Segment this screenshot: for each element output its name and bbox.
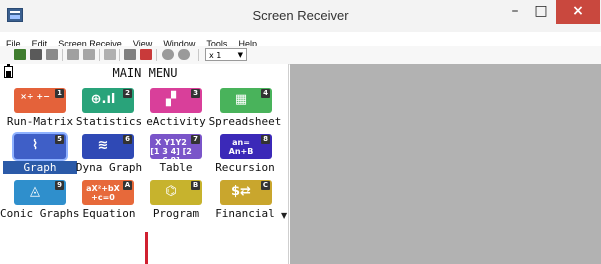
chevron-down-icon: ▼ — [237, 51, 243, 59]
app-number: 4 — [261, 89, 270, 98]
app-tile-recursion[interactable]: an= An+B 8 — [220, 134, 272, 159]
toolbar-separator — [99, 49, 100, 61]
app-tile-spreadsheet[interactable]: ▦ 4 — [220, 88, 272, 113]
toolbar: x 1 ▼ — [0, 46, 601, 65]
app-label-equation: Equation — [82, 207, 136, 220]
minimize-button[interactable]: – — [502, 0, 528, 24]
program-glyph: ⌬ — [165, 184, 177, 199]
zoom-out-icon[interactable] — [178, 49, 190, 60]
table-glyph: X Y1Y2 [1 3 4] [2 6 8] — [150, 138, 192, 159]
recursion-glyph: an= An+B — [228, 138, 254, 156]
save-icon[interactable] — [46, 49, 58, 60]
red-cursor-marker — [145, 232, 148, 264]
app-number: 7 — [191, 135, 200, 144]
app-tile-equation[interactable]: aX²+bX +c=0 A — [82, 180, 134, 205]
app-number: 9 — [55, 181, 64, 190]
app-tile-conic-graphs[interactable]: ◬ 9 — [14, 180, 66, 205]
main-menu-title: MAIN MENU — [112, 66, 178, 80]
app-number: 5 — [55, 135, 64, 144]
app-tile-dyna-graph[interactable]: ≋ 6 — [82, 134, 134, 159]
app-label-spreadsheet: Spreadsheet — [208, 115, 282, 128]
close-button[interactable]: × — [556, 0, 600, 24]
graph-glyph: ⌇ — [31, 138, 39, 153]
zoom-value: x 1 — [209, 51, 222, 60]
app-label-statistics: Statistics — [75, 115, 143, 128]
toolbar-separator — [198, 49, 199, 61]
financial-glyph: $⇄ — [231, 184, 251, 199]
zoom-in-icon[interactable] — [162, 49, 174, 60]
toolbar-separator — [156, 49, 157, 61]
app-label-recursion: Recursion — [215, 161, 275, 174]
app-tile-table[interactable]: X Y1Y2 [1 3 4] [2 6 8] 7 — [150, 134, 202, 159]
app-number: C — [261, 181, 270, 190]
eactivity-glyph: ▞ — [166, 92, 176, 107]
run-matrix-glyph: ×÷ +− — [20, 92, 50, 101]
app-label-program: Program — [152, 207, 200, 220]
stop-icon[interactable] — [140, 49, 152, 60]
app-tile-graph[interactable]: ⌇ 5 — [14, 134, 66, 159]
app-number: 2 — [123, 89, 132, 98]
print-icon[interactable] — [67, 49, 79, 60]
equation-glyph: aX²+bX +c=0 — [86, 184, 120, 202]
title-bar: Screen Receiver – □ × — [0, 0, 601, 33]
toolbar-separator — [119, 49, 120, 61]
app-tile-program[interactable]: ⌬ B — [150, 180, 202, 205]
spreadsheet-glyph: ▦ — [234, 92, 248, 107]
print-preview-icon[interactable] — [83, 49, 95, 60]
app-label-run-matrix: Run-Matrix — [6, 115, 74, 128]
empty-screen-area — [290, 64, 601, 264]
receive-icon[interactable] — [14, 49, 26, 60]
app-label-eactivity: eActivity — [146, 115, 206, 128]
app-number: 1 — [55, 89, 64, 98]
app-label-table: Table — [159, 161, 193, 174]
app-label-financial: Financial — [215, 207, 275, 220]
app-number: 3 — [191, 89, 200, 98]
app-tile-financial[interactable]: $⇄ C — [220, 180, 272, 205]
zoom-select[interactable]: x 1 ▼ — [205, 48, 247, 61]
app-label-conic-graphs: Conic Graphs — [0, 207, 80, 220]
app-number: 8 — [261, 135, 270, 144]
app-tile-statistics[interactable]: ⊕.ıl 2 — [82, 88, 134, 113]
maximize-button[interactable]: □ — [528, 0, 554, 24]
app-number: A — [123, 181, 132, 190]
open-icon[interactable] — [30, 49, 42, 60]
app-label-graph-selected: Graph — [3, 161, 77, 174]
scroll-down-arrow-icon[interactable]: ▼ — [281, 211, 287, 220]
app-number: 6 — [123, 135, 132, 144]
statistics-glyph: ⊕.ıl — [90, 92, 116, 107]
app-number: B — [191, 181, 200, 190]
main-menu-header: MAIN MENU — [0, 64, 288, 81]
conic-graphs-glyph: ◬ — [30, 184, 40, 199]
app-label-dyna-graph: Dyna Graph — [75, 161, 143, 174]
toolbar-separator — [62, 49, 63, 61]
capture-icon[interactable] — [124, 49, 136, 60]
copy-icon[interactable] — [104, 49, 116, 60]
app-tile-eactivity[interactable]: ▞ 3 — [150, 88, 202, 113]
dyna-graph-glyph: ≋ — [97, 138, 109, 153]
menu-bar: File Edit Screen Receive View Window Too… — [0, 32, 601, 49]
app-tile-run-matrix[interactable]: ×÷ +− 1 — [14, 88, 66, 113]
